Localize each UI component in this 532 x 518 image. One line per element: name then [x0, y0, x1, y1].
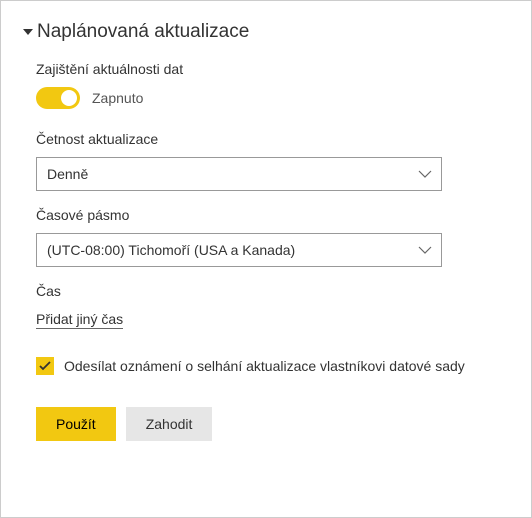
button-row: Použít Zahodit [36, 407, 509, 441]
apply-button[interactable]: Použít [36, 407, 116, 441]
toggle-knob [61, 90, 77, 106]
timezone-label: Časové pásmo [36, 207, 509, 223]
frequency-select[interactable]: Denně [36, 157, 442, 191]
notification-checkbox[interactable] [36, 357, 54, 375]
discard-button[interactable]: Zahodit [126, 407, 213, 441]
timezone-select-wrap: (UTC-08:00) Tichomoří (USA a Kanada) [36, 233, 442, 267]
frequency-group: Četnost aktualizace Denně [36, 131, 509, 191]
timezone-group: Časové pásmo (UTC-08:00) Tichomoří (USA … [36, 207, 509, 267]
notification-row: Odesílat oznámení o selhání aktualizace … [36, 357, 509, 375]
frequency-label: Četnost aktualizace [36, 131, 509, 147]
check-icon [39, 361, 51, 371]
toggle-state-label: Zapnuto [92, 90, 143, 106]
caret-down-icon [23, 29, 33, 35]
section-content: Zajištění aktuálnosti dat Zapnuto Četnos… [23, 61, 509, 441]
toggle-row: Zapnuto [36, 87, 509, 109]
time-label: Čas [36, 283, 509, 299]
frequency-select-wrap: Denně [36, 157, 442, 191]
keep-data-toggle[interactable] [36, 87, 80, 109]
add-time-link[interactable]: Přidat jiný čas [36, 311, 123, 329]
notification-label: Odesílat oznámení o selhání aktualizace … [64, 358, 465, 374]
timezone-select[interactable]: (UTC-08:00) Tichomoří (USA a Kanada) [36, 233, 442, 267]
section-title: Naplánovaná aktualizace [37, 21, 249, 43]
keep-data-current-label: Zajištění aktuálnosti dat [36, 61, 509, 77]
frequency-value: Denně [47, 166, 88, 182]
keep-data-current-group: Zajištění aktuálnosti dat Zapnuto [36, 61, 509, 109]
time-group: Čas Přidat jiný čas [36, 283, 509, 329]
section-header[interactable]: Naplánovaná aktualizace [23, 21, 509, 43]
timezone-value: (UTC-08:00) Tichomoří (USA a Kanada) [47, 242, 295, 258]
